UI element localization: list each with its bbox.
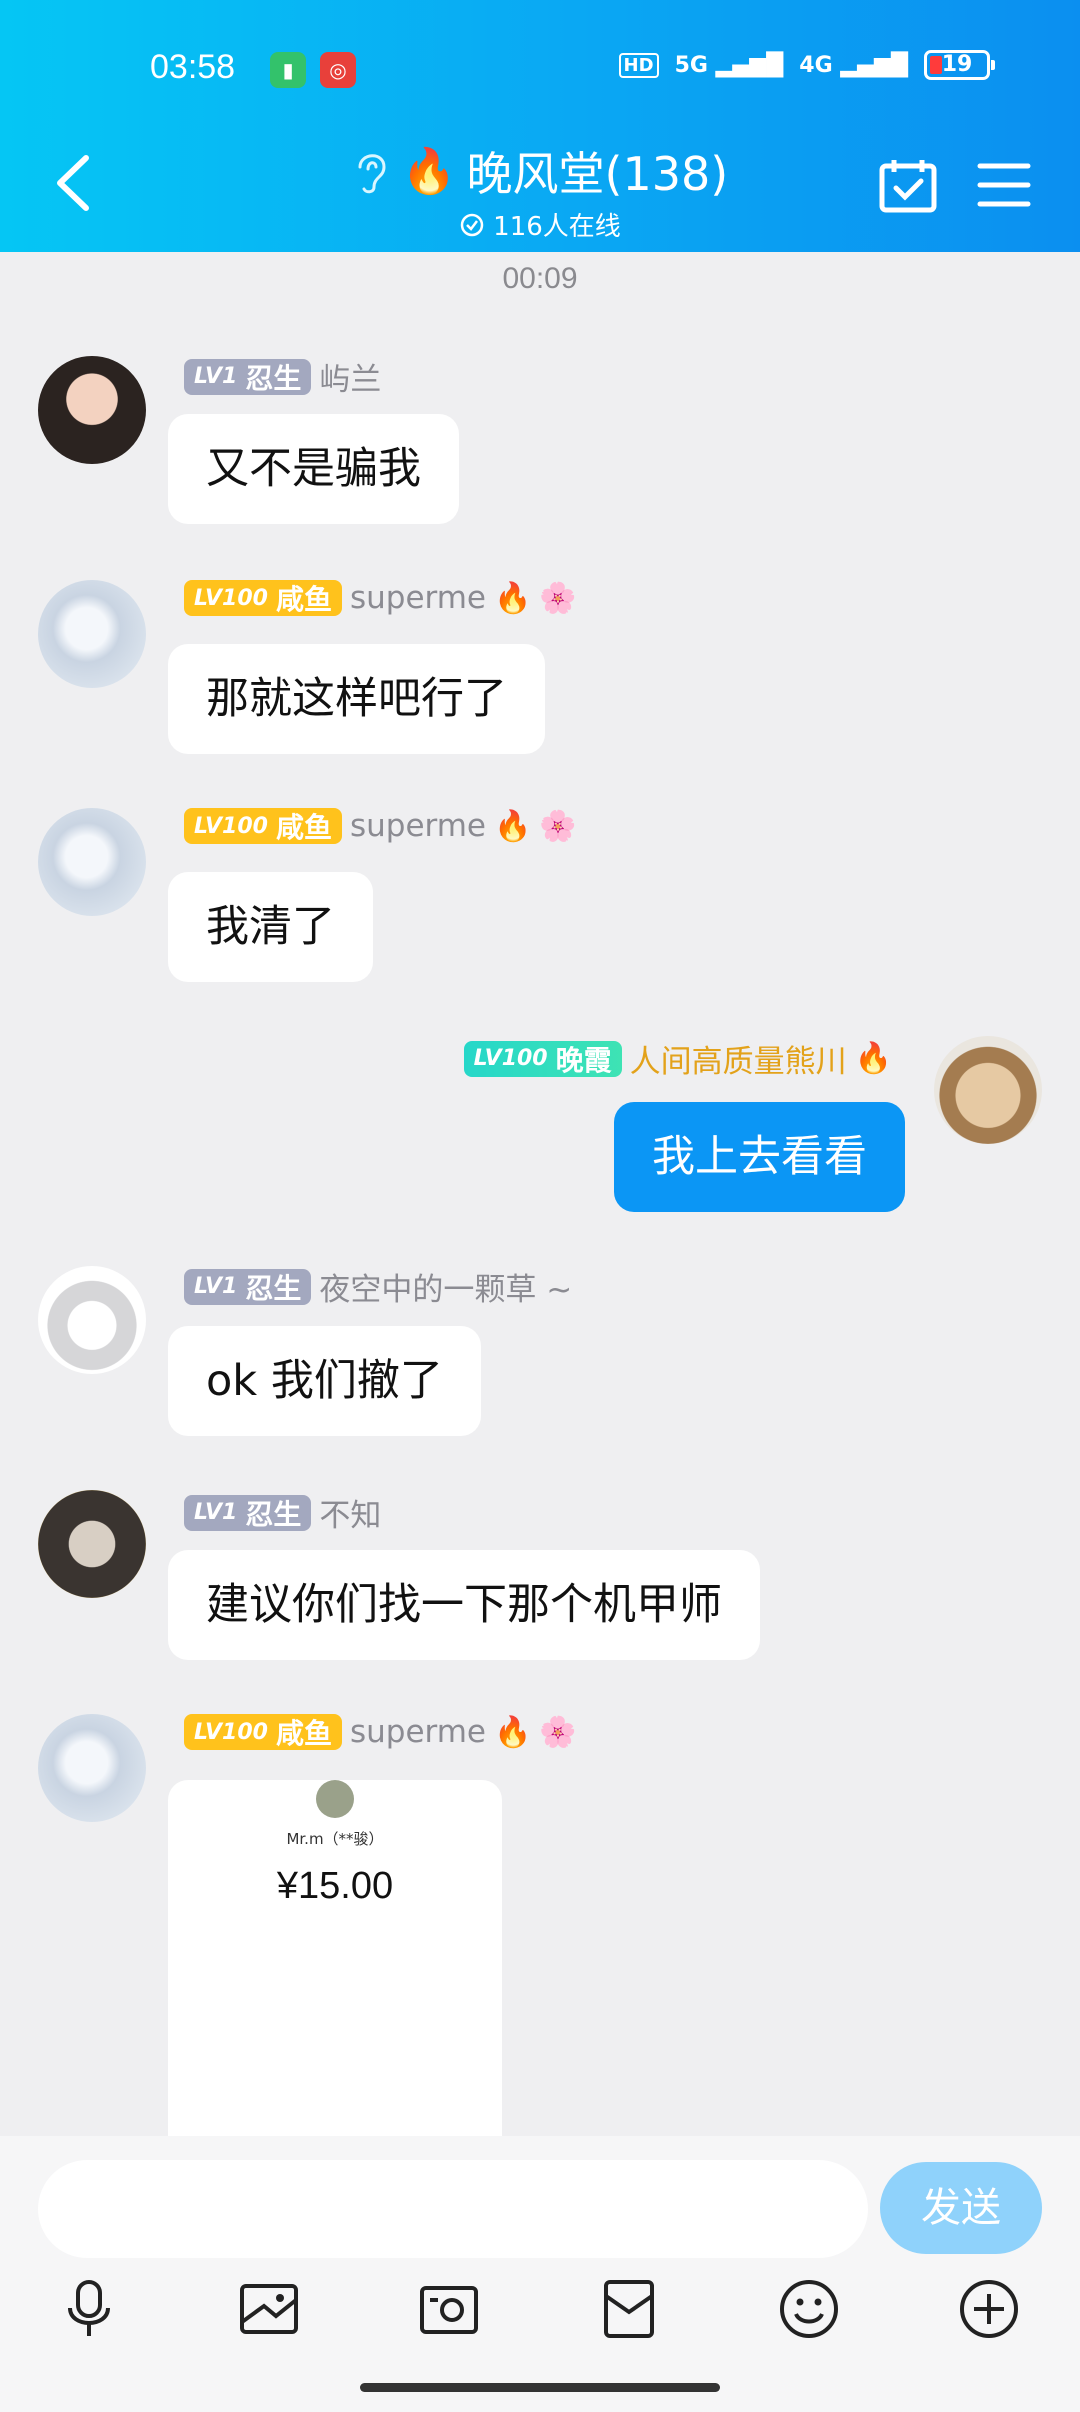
avatar[interactable] xyxy=(38,1714,146,1822)
sender-name[interactable]: 不知 xyxy=(319,1490,381,1535)
message-input[interactable] xyxy=(38,2160,868,2258)
sender-meta: LV1 忍生 屿兰 xyxy=(184,354,381,399)
red-packet-icon[interactable] xyxy=(596,2276,662,2342)
rank-text: 忍生 xyxy=(245,1271,302,1305)
level-badge: LV1 忍生 xyxy=(184,1268,312,1305)
rank-text: 咸鱼 xyxy=(275,583,332,616)
avatar[interactable] xyxy=(38,580,146,688)
sender-meta: LV1 忍生 不知 xyxy=(184,1490,381,1535)
rank-text: 晚霞 xyxy=(555,1043,612,1077)
sender-name[interactable]: superme xyxy=(350,1714,486,1750)
sender-meta: LV100 咸鱼 superme 🔥 🌸 xyxy=(184,1714,577,1750)
sender-meta: LV100 咸鱼 superme 🔥 🌸 xyxy=(184,808,577,844)
5g-label: 5G xyxy=(674,52,708,78)
fire-icon: 🔥 xyxy=(494,580,532,616)
level-text: LV100 xyxy=(473,1046,548,1071)
message-bubble[interactable]: 又不是骗我 xyxy=(168,414,459,524)
message-bubble[interactable]: 那就这样吧行了 xyxy=(168,644,545,754)
level-text: LV1 xyxy=(194,1274,238,1299)
payment-amount: ¥15.00 xyxy=(276,1865,394,1907)
rank-text: 忍生 xyxy=(245,1497,302,1531)
avatar[interactable] xyxy=(38,1490,146,1598)
4g-signal-icon: 4G ▂▄▆█ xyxy=(799,52,908,78)
chat-timestamp: 00:09 xyxy=(502,262,578,295)
sender-name[interactable]: superme xyxy=(350,580,486,616)
level-text: LV100 xyxy=(194,813,268,839)
payer-name: Mr.m（**骏） xyxy=(286,1830,384,1848)
level-badge: LV100 晚霞 xyxy=(463,1040,622,1077)
avatar[interactable] xyxy=(38,1266,146,1374)
fire-icon: 🔥 xyxy=(401,146,457,197)
chat-header: 03:58 ▮ ◎ HD 5G ▂▄▆█ 4G ▂▄▆█ 19 🔥 晚风堂(13… xyxy=(0,0,1080,252)
flower-icon: 🌸 xyxy=(539,808,577,844)
fire-icon: 🔥 xyxy=(494,1714,532,1750)
level-badge: LV100 咸鱼 xyxy=(184,808,342,844)
online-text: 116人在线 xyxy=(493,212,621,242)
level-text: LV100 xyxy=(194,585,268,611)
plus-icon[interactable] xyxy=(956,2276,1022,2342)
battery-indicator: 19 xyxy=(924,50,995,80)
4g-label: 4G xyxy=(799,52,833,78)
image-icon[interactable] xyxy=(236,2276,302,2342)
ear-icon xyxy=(358,154,386,194)
level-badge: LV1 忍生 xyxy=(184,1494,312,1531)
level-text: LV1 xyxy=(194,1500,238,1525)
microphone-icon[interactable] xyxy=(56,2276,122,2342)
input-toolbar xyxy=(0,2276,1080,2356)
sender-name[interactable]: 人间高质量熊川 xyxy=(630,1036,847,1081)
home-indicator[interactable] xyxy=(360,2383,720,2392)
sender-meta: LV100 咸鱼 superme 🔥 🌸 xyxy=(184,580,577,616)
hd-indicator: HD xyxy=(618,52,659,78)
music-app-icon: ◎ xyxy=(320,52,356,88)
emoji-icon[interactable] xyxy=(776,2276,842,2342)
rank-text: 咸鱼 xyxy=(275,811,332,844)
sender-name[interactable]: 屿兰 xyxy=(319,354,381,399)
flower-icon: 🌸 xyxy=(539,580,577,616)
level-text: LV100 xyxy=(194,1719,268,1745)
message-bubble[interactable]: 建议你们找一下那个机甲师 xyxy=(168,1550,760,1660)
sender-meta: LV1 忍生 夜空中的一颗草 ~ xyxy=(184,1264,572,1309)
group-title: 晚风堂(138) xyxy=(466,147,729,201)
camera-icon[interactable] xyxy=(416,2276,482,2342)
input-bar: 发送 xyxy=(0,2136,1080,2412)
rank-text: 咸鱼 xyxy=(275,1717,332,1750)
payer-avatar xyxy=(316,1780,354,1818)
avatar[interactable] xyxy=(38,808,146,916)
send-button[interactable]: 发送 xyxy=(880,2162,1042,2254)
sender-name[interactable]: 夜空中的一颗草 ~ xyxy=(319,1264,572,1309)
sender-meta: LV100 晚霞 人间高质量熊川 🔥 xyxy=(463,1036,892,1081)
message-bubble[interactable]: 我上去看看 xyxy=(614,1102,905,1212)
fire-icon: 🔥 xyxy=(854,1041,892,1076)
battery-app-icon: ▮ xyxy=(270,52,306,88)
calendar-check-icon[interactable] xyxy=(878,158,938,214)
status-indicators: HD 5G ▂▄▆█ 4G ▂▄▆█ 19 xyxy=(618,50,995,80)
status-time: 03:58 xyxy=(150,48,236,86)
avatar[interactable] xyxy=(934,1036,1042,1144)
level-text: LV1 xyxy=(194,364,238,389)
level-badge: LV100 咸鱼 xyxy=(184,580,342,616)
avatar[interactable] xyxy=(38,356,146,464)
sender-name[interactable]: superme xyxy=(350,808,486,844)
fire-icon: 🔥 xyxy=(494,808,532,844)
message-bubble[interactable]: 我清了 xyxy=(168,872,373,982)
rank-text: 忍生 xyxy=(245,361,302,395)
level-badge: LV1 忍生 xyxy=(184,358,312,395)
5g-signal-icon: 5G ▂▄▆█ xyxy=(674,52,784,78)
flower-icon: 🌸 xyxy=(539,1714,577,1750)
menu-icon[interactable] xyxy=(976,160,1032,210)
payment-card[interactable]: Mr.m（**骏） ¥15.00 xyxy=(168,1780,502,2140)
check-circle-icon xyxy=(460,213,484,236)
level-badge: LV100 咸鱼 xyxy=(184,1714,342,1750)
message-bubble[interactable]: ok 我们撤了 xyxy=(168,1326,481,1436)
